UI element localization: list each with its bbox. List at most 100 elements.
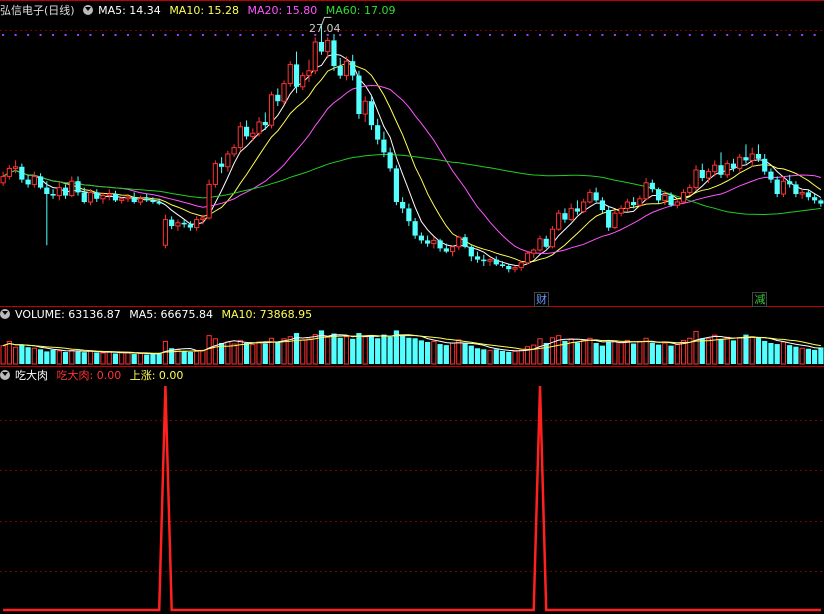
volume-bar <box>456 339 462 365</box>
candle-body <box>181 222 187 225</box>
candle-body <box>812 197 818 201</box>
candle-body <box>331 40 337 66</box>
volume-bar <box>699 338 705 364</box>
volume-bar <box>730 340 737 364</box>
candle-body <box>356 75 362 114</box>
candle-body <box>268 94 275 126</box>
period-label: (日线) <box>44 4 75 17</box>
marker-dot <box>364 34 367 36</box>
candle-body <box>375 125 381 140</box>
volume-bar <box>705 338 712 365</box>
volume-bar <box>812 349 818 364</box>
candle-body <box>431 239 437 245</box>
volume-bar <box>250 344 256 365</box>
volume-bar <box>0 345 6 365</box>
candle-body <box>187 224 193 228</box>
marker-dot <box>476 34 479 36</box>
volume-bar <box>443 345 449 364</box>
event-tag-earnings[interactable]: 财 <box>533 292 549 307</box>
candle-body <box>87 191 94 203</box>
candle-body <box>537 238 543 251</box>
marker-dot <box>276 34 279 36</box>
volume-bar <box>674 344 680 365</box>
candle-body <box>281 83 287 102</box>
volume-bar <box>599 345 605 364</box>
marker-dot <box>301 34 304 36</box>
volume-menu-icon[interactable] <box>0 309 10 319</box>
candle-body <box>418 235 424 241</box>
volume-bar <box>381 334 387 364</box>
volume-bar <box>206 335 212 365</box>
indicator-value1-label: 吃大肉: 0.00 <box>56 369 122 382</box>
candle-body <box>13 166 19 169</box>
candle-body <box>730 163 737 169</box>
candle-body <box>481 259 487 262</box>
volume-bar <box>499 350 506 364</box>
volume-bar <box>94 352 100 364</box>
marker-dot <box>563 34 566 36</box>
marker-dot <box>251 34 254 36</box>
price-menu-icon[interactable] <box>83 5 94 15</box>
candle-body <box>474 256 481 260</box>
candle-body <box>175 222 181 227</box>
candle-body <box>468 246 474 257</box>
volume-bar <box>418 340 424 364</box>
volume-bar <box>780 341 787 365</box>
candle-body <box>780 180 787 195</box>
candle-body <box>574 208 581 212</box>
high-price-marker: 27.04 <box>309 22 341 35</box>
ma60-label: MA60: 17.09 <box>325 4 396 17</box>
event-tag-reduction[interactable]: 减 <box>752 292 768 307</box>
volume-bar <box>131 354 137 364</box>
marker-dot <box>726 34 729 36</box>
volume-bar <box>606 341 612 364</box>
volume-bar <box>768 343 774 364</box>
candle-body <box>768 171 774 180</box>
marker-dot <box>89 34 92 36</box>
candle-body <box>462 237 468 247</box>
ma5-label: MA5: 14.34 <box>98 4 161 17</box>
volume-bar <box>325 336 331 365</box>
candle-body <box>25 179 31 185</box>
candle-body <box>243 126 250 137</box>
volume-bar <box>343 336 350 365</box>
marker-dot <box>576 34 579 36</box>
indicator-title: 吃大肉 <box>15 369 48 382</box>
marker-dot <box>788 34 791 36</box>
marker-dot <box>114 34 117 36</box>
volume-bar <box>743 334 749 364</box>
marker-dot <box>813 34 816 36</box>
volume-bar <box>200 349 206 365</box>
candle-body <box>125 196 131 200</box>
marker-dot <box>688 34 691 36</box>
volume-bar <box>19 344 25 364</box>
volume-bar <box>487 349 493 365</box>
candle-body <box>312 41 318 72</box>
volume-bar <box>737 337 743 365</box>
volume-bar <box>37 349 44 364</box>
candle-body <box>531 249 537 254</box>
volume-bar <box>612 340 618 365</box>
candle-body <box>231 147 237 155</box>
marker-dot <box>638 34 641 36</box>
volume-bar <box>306 338 312 365</box>
volume-bar <box>356 333 362 364</box>
marker-dot <box>501 34 504 36</box>
volume-bar <box>400 334 406 364</box>
volume-bar <box>468 345 474 364</box>
marker-dot <box>189 34 192 36</box>
candle-body <box>31 175 37 185</box>
candle-body <box>106 193 112 197</box>
indicator-menu-icon[interactable] <box>0 370 10 380</box>
volume-bar <box>75 351 81 364</box>
volume-bar <box>493 349 499 364</box>
marker-dot <box>588 34 591 36</box>
marker-dot <box>102 34 104 36</box>
marker-dot <box>489 34 492 36</box>
volume-bar <box>331 333 337 364</box>
candle-body <box>350 61 356 76</box>
candle-body <box>237 126 243 149</box>
candle-body <box>256 121 262 134</box>
candle-body <box>587 191 593 203</box>
candle-body <box>19 166 25 180</box>
